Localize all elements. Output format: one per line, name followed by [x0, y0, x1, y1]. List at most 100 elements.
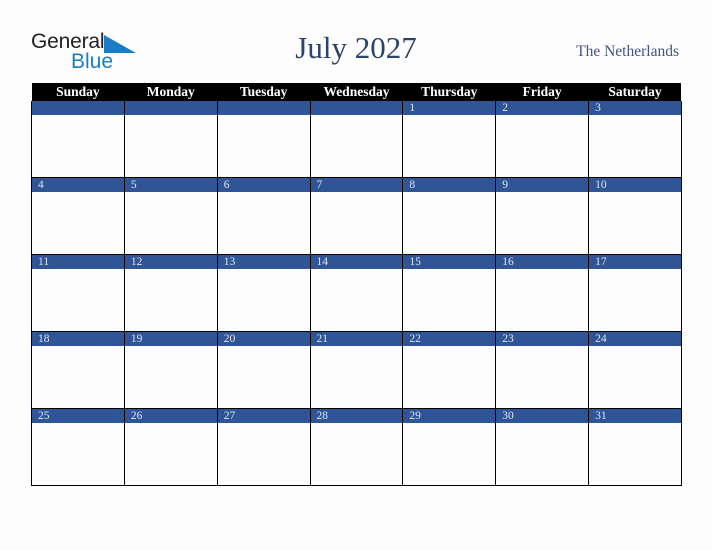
- day-event-area[interactable]: [496, 192, 589, 254]
- day-event-area[interactable]: [589, 115, 681, 177]
- day-number: 4: [32, 178, 124, 192]
- day-event-area[interactable]: [32, 423, 124, 485]
- day-event-area[interactable]: [217, 346, 310, 408]
- day-event-area[interactable]: [217, 423, 310, 485]
- day-number: [217, 101, 310, 115]
- day-event-area[interactable]: [589, 192, 681, 254]
- day-number: 19: [124, 332, 217, 346]
- calendar-day-cell[interactable]: 9: [495, 177, 590, 255]
- calendar-day-cell[interactable]: 31: [588, 408, 682, 486]
- day-event-area[interactable]: [124, 346, 217, 408]
- weekday-header-friday: Friday: [495, 83, 589, 101]
- day-event-area[interactable]: [403, 269, 496, 331]
- calendar-week-row: 4 5 6 7 8 9 10: [31, 177, 682, 255]
- day-event-area[interactable]: [496, 346, 589, 408]
- day-number: 21: [310, 332, 403, 346]
- day-number: 30: [496, 409, 589, 423]
- day-number: 12: [124, 255, 217, 269]
- calendar-day-cell[interactable]: 7: [309, 177, 404, 255]
- weekday-header-saturday: Saturday: [588, 83, 682, 101]
- weekday-header-row: Sunday Monday Tuesday Wednesday Thursday…: [31, 83, 682, 101]
- day-event-area[interactable]: [124, 269, 217, 331]
- calendar-day-cell[interactable]: [123, 101, 218, 178]
- day-event-area[interactable]: [32, 115, 124, 177]
- calendar-day-cell[interactable]: 14: [309, 254, 404, 332]
- calendar-day-cell[interactable]: [216, 101, 311, 178]
- day-number: 8: [403, 178, 496, 192]
- day-event-area[interactable]: [589, 346, 681, 408]
- day-event-area[interactable]: [32, 269, 124, 331]
- day-event-area[interactable]: [403, 115, 496, 177]
- calendar-day-cell[interactable]: 13: [216, 254, 311, 332]
- calendar-day-cell[interactable]: 4: [31, 177, 125, 255]
- day-event-area[interactable]: [403, 192, 496, 254]
- day-number: 9: [496, 178, 589, 192]
- calendar-day-cell[interactable]: 20: [216, 331, 311, 409]
- calendar-day-cell[interactable]: 15: [402, 254, 497, 332]
- day-number: 25: [32, 409, 124, 423]
- day-event-area[interactable]: [32, 346, 124, 408]
- day-event-area[interactable]: [310, 115, 403, 177]
- calendar-week-row: 11 12 13 14 15 16 17: [31, 254, 682, 332]
- day-number: 13: [217, 255, 310, 269]
- calendar-day-cell[interactable]: 6: [216, 177, 311, 255]
- calendar-day-cell[interactable]: [309, 101, 404, 178]
- day-event-area[interactable]: [403, 423, 496, 485]
- day-event-area[interactable]: [589, 269, 681, 331]
- weekday-header-monday: Monday: [124, 83, 218, 101]
- day-number: 28: [310, 409, 403, 423]
- weekday-header-sunday: Sunday: [31, 83, 125, 101]
- calendar-day-cell[interactable]: 19: [123, 331, 218, 409]
- day-event-area[interactable]: [32, 192, 124, 254]
- day-event-area[interactable]: [310, 269, 403, 331]
- calendar-week-row: 25 26 27 28 29 30 31: [31, 408, 682, 486]
- day-number: 2: [496, 101, 589, 115]
- day-event-area[interactable]: [217, 115, 310, 177]
- day-event-area[interactable]: [496, 115, 589, 177]
- calendar-day-cell[interactable]: 12: [123, 254, 218, 332]
- calendar-day-cell[interactable]: 16: [495, 254, 590, 332]
- calendar-day-cell[interactable]: 24: [588, 331, 682, 409]
- calendar-day-cell[interactable]: 22: [402, 331, 497, 409]
- day-number: 31: [589, 409, 681, 423]
- calendar-day-cell[interactable]: [31, 101, 125, 178]
- calendar-day-cell[interactable]: 11: [31, 254, 125, 332]
- calendar-day-cell[interactable]: 8: [402, 177, 497, 255]
- calendar-day-cell[interactable]: 21: [309, 331, 404, 409]
- calendar-day-cell[interactable]: 29: [402, 408, 497, 486]
- day-number: 5: [124, 178, 217, 192]
- calendar-day-cell[interactable]: 2: [495, 101, 590, 178]
- day-event-area[interactable]: [217, 269, 310, 331]
- day-number: 27: [217, 409, 310, 423]
- calendar-day-cell[interactable]: 25: [31, 408, 125, 486]
- day-event-area[interactable]: [310, 423, 403, 485]
- calendar-day-cell[interactable]: 17: [588, 254, 682, 332]
- calendar-day-cell[interactable]: 18: [31, 331, 125, 409]
- day-event-area[interactable]: [589, 423, 681, 485]
- calendar-day-cell[interactable]: 23: [495, 331, 590, 409]
- day-event-area[interactable]: [403, 346, 496, 408]
- calendar-day-cell[interactable]: 30: [495, 408, 590, 486]
- day-number: 14: [310, 255, 403, 269]
- day-number: 24: [589, 332, 681, 346]
- day-event-area[interactable]: [124, 115, 217, 177]
- calendar-day-cell[interactable]: 28: [309, 408, 404, 486]
- day-event-area[interactable]: [496, 423, 589, 485]
- calendar-week-row: 18 19 20 21 22 23 24: [31, 331, 682, 409]
- calendar-day-cell[interactable]: 27: [216, 408, 311, 486]
- weekday-header-thursday: Thursday: [402, 83, 496, 101]
- calendar-day-cell[interactable]: 10: [588, 177, 682, 255]
- calendar-day-cell[interactable]: 1: [402, 101, 497, 178]
- day-event-area[interactable]: [496, 269, 589, 331]
- weekday-header-wednesday: Wednesday: [310, 83, 403, 101]
- day-number: 23: [496, 332, 589, 346]
- calendar-day-cell[interactable]: 3: [588, 101, 682, 178]
- day-event-area[interactable]: [217, 192, 310, 254]
- calendar-day-cell[interactable]: 26: [123, 408, 218, 486]
- day-event-area[interactable]: [124, 423, 217, 485]
- day-event-area[interactable]: [310, 192, 403, 254]
- day-number: 22: [403, 332, 496, 346]
- day-event-area[interactable]: [310, 346, 403, 408]
- calendar-day-cell[interactable]: 5: [123, 177, 218, 255]
- day-event-area[interactable]: [124, 192, 217, 254]
